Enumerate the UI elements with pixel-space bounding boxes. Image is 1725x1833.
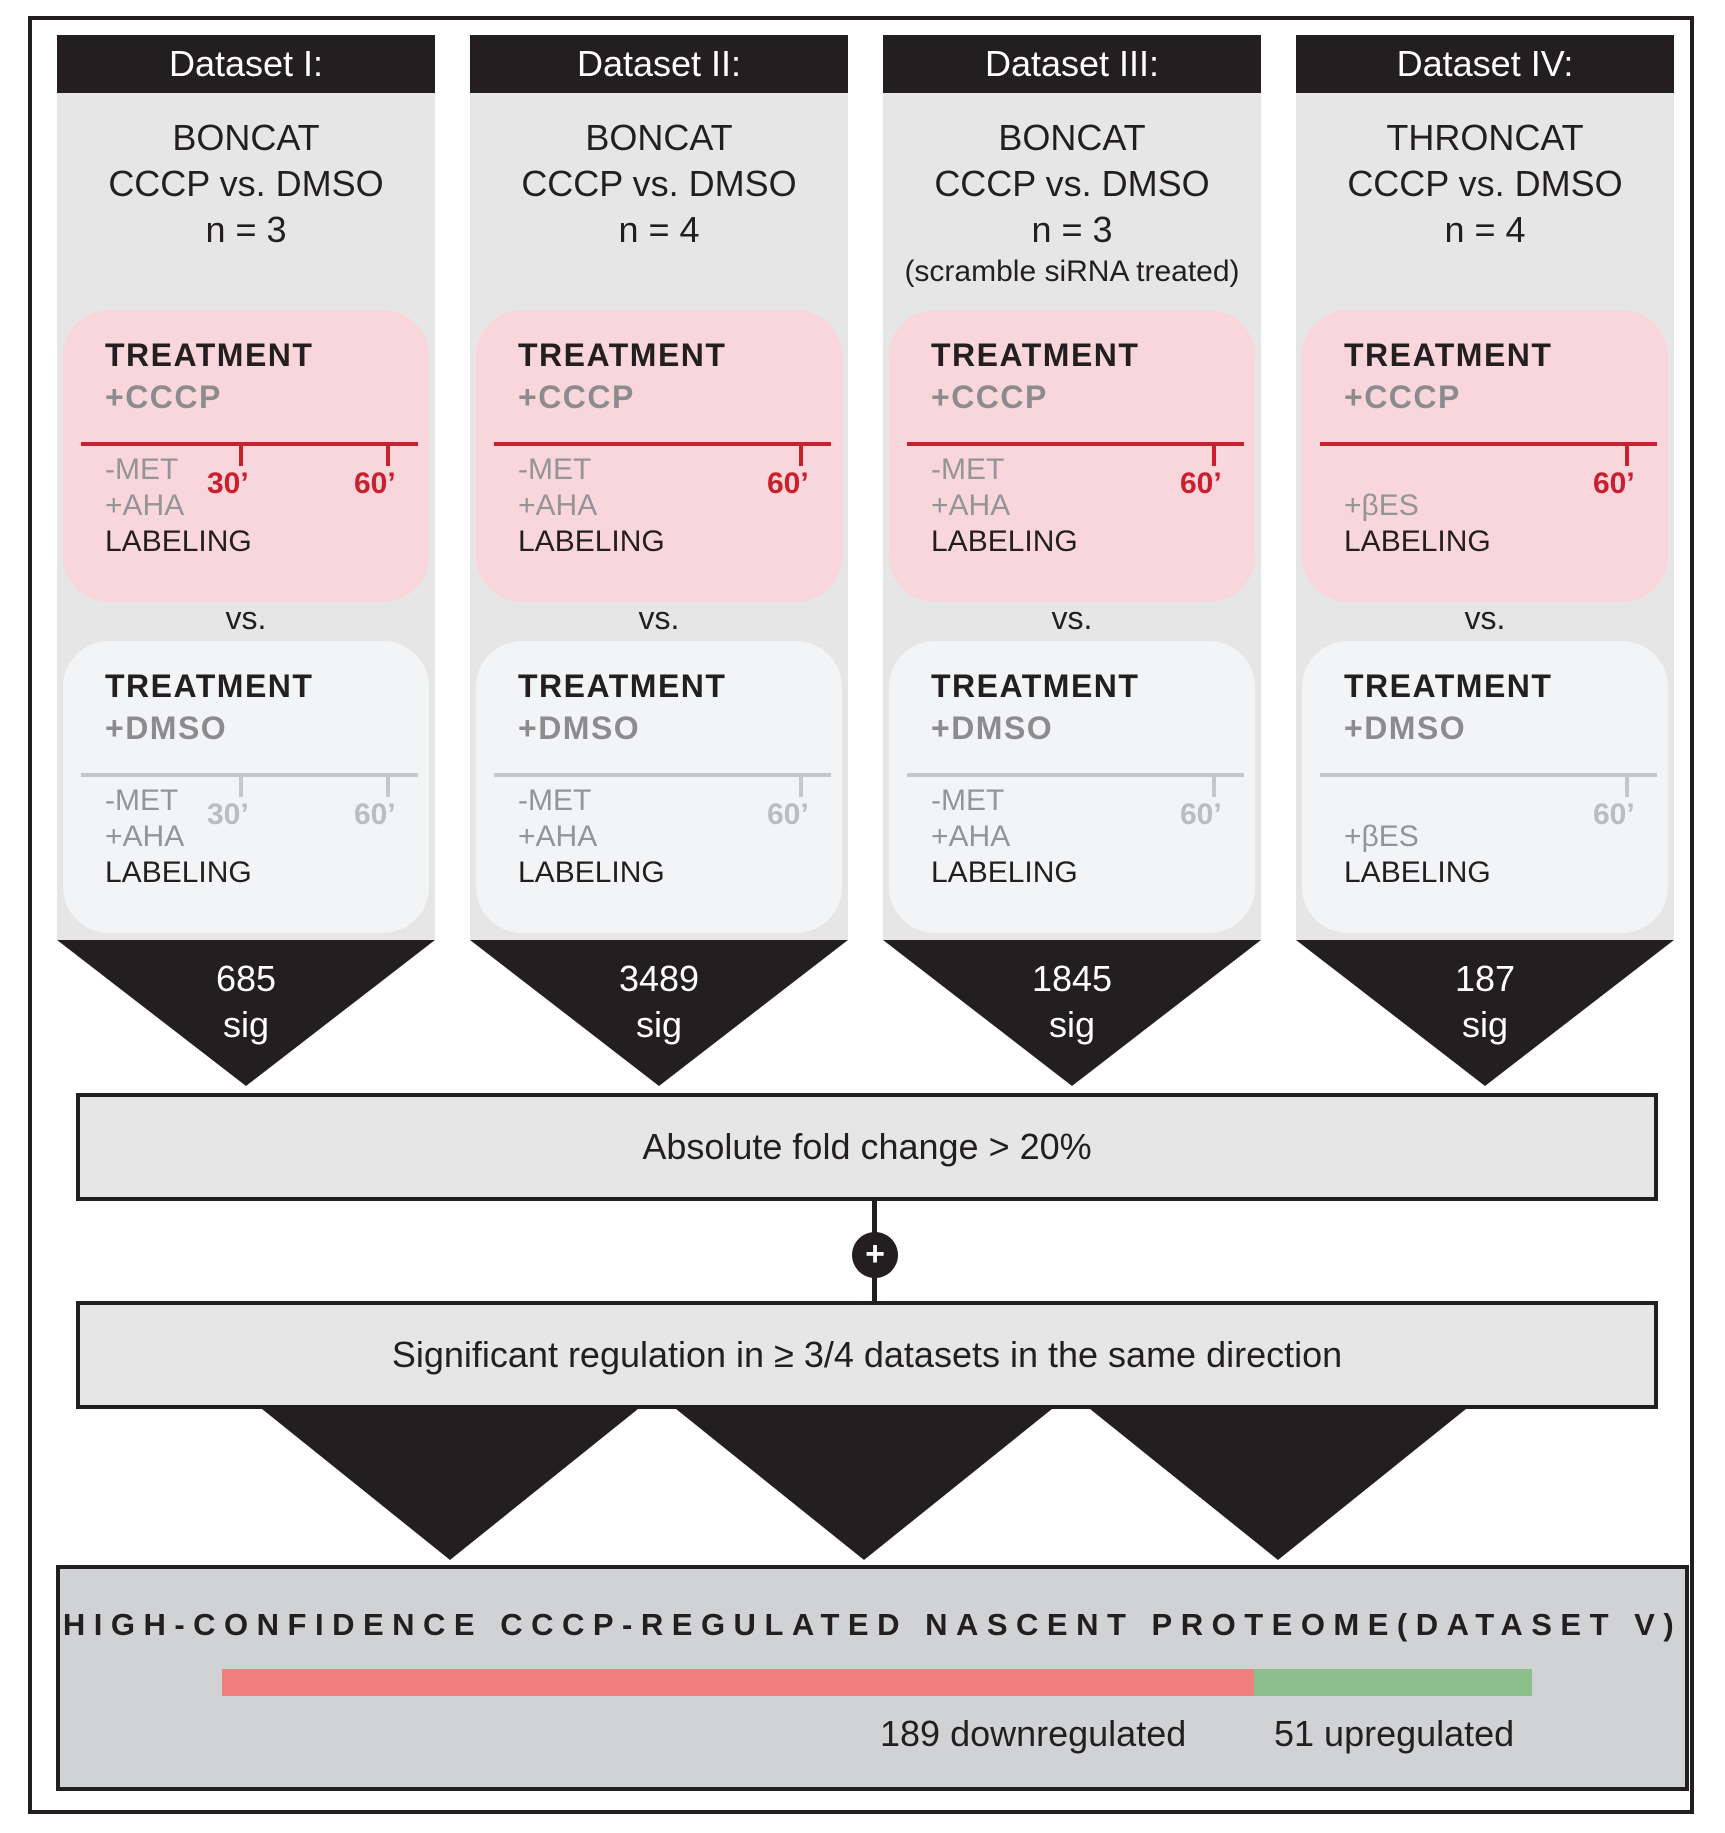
upregulated-count: 51 upregulated	[1274, 1713, 1515, 1754]
downregulated-bar	[222, 1669, 1254, 1696]
upregulated-bar	[1254, 1669, 1532, 1696]
result-box: HIGH-CONFIDENCE CCCP-REGULATED NASCENT P…	[56, 1565, 1689, 1791]
downregulated-count: 189 downregulated	[880, 1713, 1187, 1754]
merge-funnels	[262, 1409, 1466, 1560]
merge-funnel-2	[676, 1409, 1052, 1560]
result-title: HIGH-CONFIDENCE CCCP-REGULATED NASCENT P…	[62, 1607, 1683, 1642]
merge-funnel-1	[262, 1409, 638, 1560]
merge-funnel-3	[1090, 1409, 1466, 1560]
